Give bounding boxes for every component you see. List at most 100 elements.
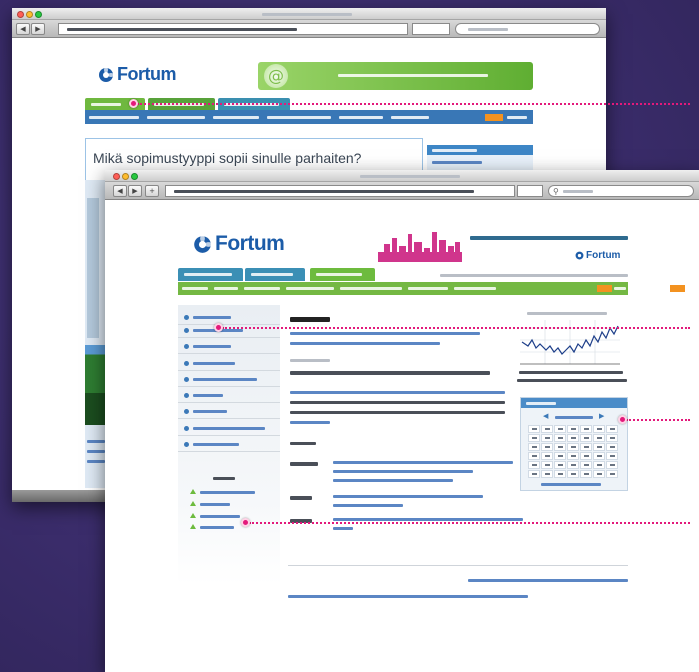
back-arrow-icon[interactable]: ◀	[113, 185, 127, 197]
nav-item[interactable]	[408, 287, 448, 290]
nav-item[interactable]	[267, 116, 331, 119]
sidebar-item[interactable]	[178, 373, 280, 387]
nav-item[interactable]	[340, 287, 402, 290]
close-icon[interactable]	[113, 173, 120, 180]
calendar-day-cell[interactable]	[580, 470, 592, 478]
tab-3[interactable]	[310, 268, 375, 281]
calendar-day-cell[interactable]	[554, 461, 566, 469]
calendar-day-cell[interactable]	[528, 443, 540, 451]
calendar-day-cell[interactable]	[593, 425, 605, 433]
forward-arrow-icon[interactable]: ▶	[31, 23, 45, 35]
calendar-day-cell[interactable]	[541, 452, 553, 460]
fortum-logo[interactable]: Fortum	[193, 232, 285, 256]
calendar-day-cell[interactable]	[580, 452, 592, 460]
left-link[interactable]	[87, 440, 105, 443]
tab-2[interactable]	[245, 268, 305, 281]
read-more-link[interactable]	[290, 421, 330, 424]
nav-item[interactable]	[182, 287, 208, 290]
calendar-day-cell[interactable]	[580, 443, 592, 451]
info-box-link[interactable]	[432, 161, 482, 164]
prev-month-icon[interactable]: ◀	[543, 412, 548, 420]
front-window-titlebar[interactable]	[105, 170, 699, 182]
sidebar-item[interactable]	[178, 405, 280, 419]
calendar-day-cell[interactable]	[567, 434, 579, 442]
nav-item[interactable]	[391, 116, 429, 119]
calendar-day-cell[interactable]	[554, 425, 566, 433]
price-chart-widget[interactable]	[515, 310, 628, 386]
intro-link[interactable]	[290, 332, 480, 335]
calendar-day-cell[interactable]	[567, 461, 579, 469]
calendar-day-cell[interactable]	[554, 452, 566, 460]
news-link[interactable]	[333, 518, 523, 521]
zoom-icon[interactable]	[131, 173, 138, 180]
calendar-day-cell[interactable]	[580, 461, 592, 469]
minimize-icon[interactable]	[26, 11, 33, 18]
left-link[interactable]	[87, 450, 105, 453]
calendar-day-cell[interactable]	[567, 425, 579, 433]
news-link[interactable]	[333, 504, 403, 507]
search-field[interactable]: ⚲	[548, 185, 694, 197]
calendar-day-cell[interactable]	[541, 461, 553, 469]
nav-item[interactable]	[147, 116, 205, 119]
calendar-day-cell[interactable]	[593, 443, 605, 451]
sidebar-item[interactable]	[178, 438, 280, 452]
news-link[interactable]	[333, 527, 353, 530]
link-item[interactable]	[200, 515, 240, 518]
calendar-day-cell[interactable]	[593, 434, 605, 442]
calendar-day-cell[interactable]	[593, 452, 605, 460]
zoom-icon[interactable]	[35, 11, 42, 18]
calendar-day-cell[interactable]	[554, 470, 566, 478]
nav-orange-button[interactable]	[670, 285, 685, 292]
header-small-links[interactable]	[440, 274, 628, 277]
footer-links[interactable]	[468, 579, 628, 582]
text-size-controls[interactable]	[507, 116, 527, 119]
tab-1[interactable]	[178, 268, 243, 281]
calendar-day-cell[interactable]	[593, 470, 605, 478]
calendar-day-cell[interactable]	[528, 470, 540, 478]
calendar-day-cell[interactable]	[606, 443, 618, 451]
link-item[interactable]	[200, 491, 255, 494]
nav-orange-button[interactable]	[485, 114, 503, 121]
email-banner[interactable]: @	[258, 62, 533, 90]
minimize-icon[interactable]	[122, 173, 129, 180]
calendar-day-cell[interactable]	[606, 452, 618, 460]
nav-item[interactable]	[213, 116, 259, 119]
fortum-logo[interactable]: Fortum	[98, 64, 177, 85]
sidebar-item[interactable]	[178, 389, 280, 403]
news-link[interactable]	[333, 495, 483, 498]
calendar-day-cell[interactable]	[567, 470, 579, 478]
calendar-day-cell[interactable]	[567, 452, 579, 460]
address-bar[interactable]	[165, 185, 515, 197]
calendar-day-cell[interactable]	[554, 434, 566, 442]
calendar-day-cell[interactable]	[541, 443, 553, 451]
rss-button[interactable]	[412, 23, 450, 35]
rss-button[interactable]	[517, 185, 543, 197]
link-item[interactable]	[200, 503, 230, 506]
news-link[interactable]	[333, 461, 513, 464]
calendar-day-cell[interactable]	[528, 425, 540, 433]
sidebar-item[interactable]	[178, 340, 280, 354]
add-bookmark-icon[interactable]: +	[145, 185, 159, 197]
nav-item[interactable]	[286, 287, 334, 290]
forward-arrow-icon[interactable]: ▶	[128, 185, 142, 197]
nav-item[interactable]	[244, 287, 280, 290]
calendar-day-cell[interactable]	[606, 434, 618, 442]
calendar-day-cell[interactable]	[554, 443, 566, 451]
calendar-day-cell[interactable]	[541, 470, 553, 478]
nav-item[interactable]	[454, 287, 496, 290]
nav-orange-button[interactable]	[597, 285, 612, 292]
sidebar-item[interactable]	[178, 422, 280, 436]
calendar-day-cell[interactable]	[528, 452, 540, 460]
back-arrow-icon[interactable]: ◀	[16, 23, 30, 35]
calendar-day-cell[interactable]	[580, 425, 592, 433]
intro-link[interactable]	[290, 342, 440, 345]
nav-item[interactable]	[89, 116, 139, 119]
close-icon[interactable]	[17, 11, 24, 18]
feature-headline[interactable]	[290, 371, 490, 375]
nav-item[interactable]	[339, 116, 383, 119]
calendar-all-events-link[interactable]	[541, 483, 601, 486]
calendar-day-cell[interactable]	[528, 434, 540, 442]
sidebar-item[interactable]	[178, 357, 280, 371]
back-window-titlebar[interactable]	[12, 8, 606, 20]
vertical-tab[interactable]	[87, 198, 99, 338]
